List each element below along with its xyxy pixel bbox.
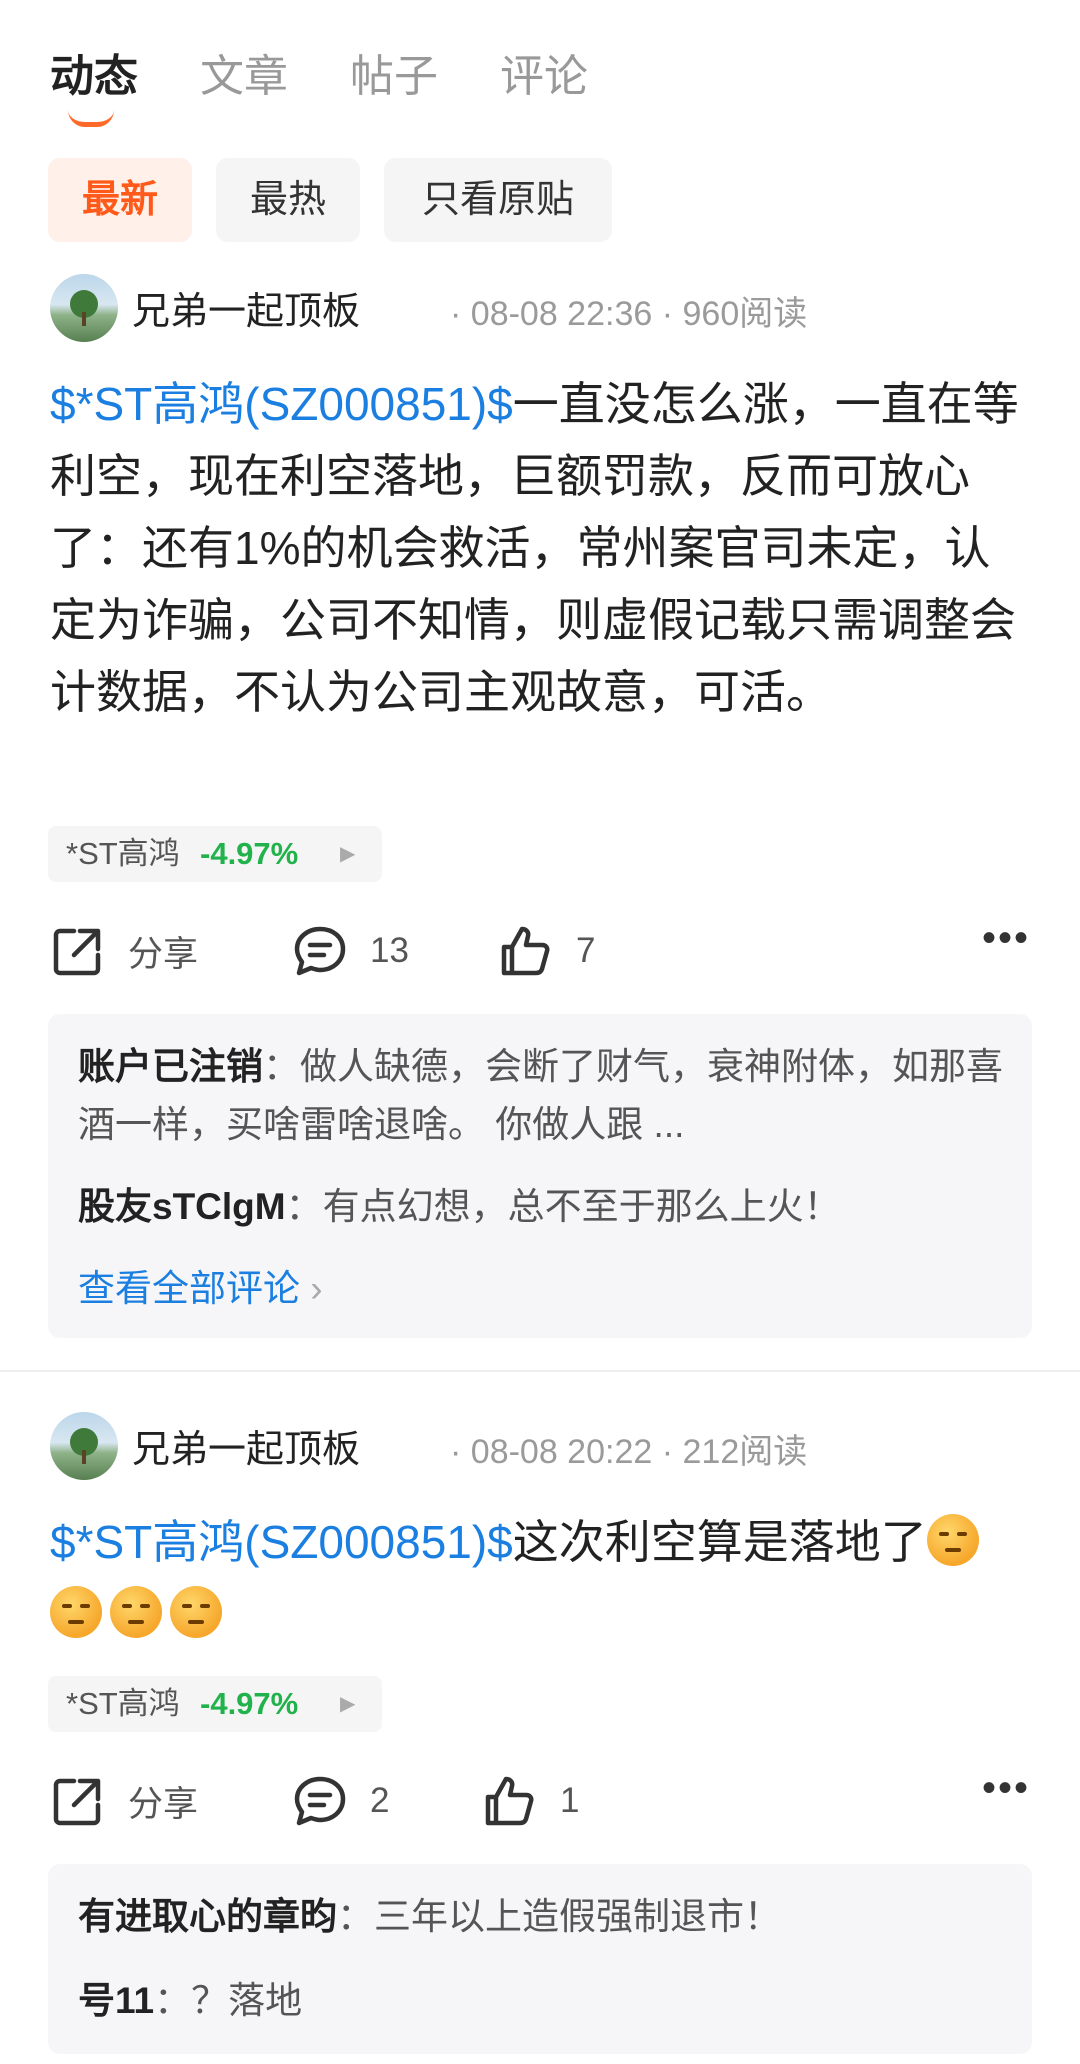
like-icon bbox=[501, 926, 550, 976]
emoji-icon bbox=[110, 1586, 162, 1638]
share-icon bbox=[53, 928, 101, 976]
post-reads: 212阅读 bbox=[682, 1433, 808, 1471]
comment-icon bbox=[294, 926, 346, 976]
stock-chip[interactable]: *ST高鸿 -4.97% ▶ bbox=[48, 1676, 382, 1732]
like-count: 1 bbox=[560, 1781, 580, 1820]
avatar[interactable] bbox=[50, 1412, 118, 1480]
tab-dynamic[interactable]: 动态 bbox=[50, 40, 138, 104]
more-icon[interactable]: ••• bbox=[982, 1766, 1030, 1811]
comment-user[interactable]: 号11 bbox=[78, 1980, 154, 2021]
post-reads: 960阅读 bbox=[682, 295, 808, 333]
stock-change: -4.97% bbox=[200, 1686, 299, 1721]
view-all-comments-link[interactable]: 查看全部评论 › bbox=[78, 1258, 323, 1312]
comment-item[interactable]: 号11：？落地 bbox=[78, 1972, 1008, 2030]
post-content[interactable]: $*ST高鸿(SZ000851)$一直没怎么涨，一直在等利空，现在利空落地，巨额… bbox=[50, 368, 1030, 728]
more-icon[interactable]: ••• bbox=[982, 916, 1030, 961]
comment-item[interactable]: 有进取心的章昀：三年以上造假强制退市！ bbox=[78, 1888, 1008, 1946]
post-time: 08-08 20:22 bbox=[470, 1433, 653, 1471]
share-label: 分享 bbox=[128, 1784, 199, 1824]
like-count: 7 bbox=[576, 931, 596, 970]
active-tab-indicator bbox=[68, 110, 114, 127]
comment-item[interactable]: 股友sTClgM：有点幻想，总不至于那么上火！ bbox=[78, 1178, 1008, 1236]
emoji-icon bbox=[926, 1514, 979, 1566]
comment-preview[interactable]: 账户已注销：做人缺德，会断了财气，衰神附体，如那喜酒一样，买啥雷啥退啥。 你做人… bbox=[48, 1014, 1032, 1338]
tab-articles[interactable]: 文章 bbox=[200, 40, 288, 104]
emoji-icon bbox=[50, 1586, 102, 1638]
comment-preview[interactable]: 有进取心的章昀：三年以上造假强制退市！ 号11：？落地 bbox=[48, 1864, 1032, 2054]
chevron-right-icon: ▶ bbox=[340, 843, 356, 865]
post-content[interactable]: $*ST高鸿(SZ000851)$这次利空算是落地了 bbox=[50, 1506, 1030, 1650]
post-divider bbox=[0, 1370, 1080, 1372]
comment-user[interactable]: 账户已注销 bbox=[78, 1046, 263, 1087]
avatar[interactable] bbox=[50, 274, 118, 342]
stock-tag-link[interactable]: $*ST高鸿(SZ000851)$ bbox=[50, 378, 513, 430]
filter-original-only[interactable]: 只看原贴 bbox=[384, 158, 612, 242]
author-name[interactable]: 兄弟一起顶板 bbox=[132, 1418, 360, 1473]
share-button[interactable]: 分享 bbox=[50, 916, 198, 986]
comment-count: 13 bbox=[370, 931, 409, 970]
comment-icon bbox=[294, 1776, 346, 1826]
stock-chip[interactable]: *ST高鸿 -4.97% ▶ bbox=[48, 826, 382, 882]
share-button[interactable]: 分享 bbox=[50, 1766, 198, 1836]
stock-name: *ST高鸿 bbox=[66, 836, 180, 871]
emoji-icon bbox=[170, 1586, 222, 1638]
comment-user[interactable]: 有进取心的章昀 bbox=[78, 1896, 337, 1937]
comment-item[interactable]: 账户已注销：做人缺德，会断了财气，衰神附体，如那喜酒一样，买啥雷啥退啥。 你做人… bbox=[78, 1038, 1008, 1154]
like-button[interactable]: 7 bbox=[498, 916, 595, 986]
comment-count: 2 bbox=[370, 1781, 390, 1820]
like-button[interactable]: 1 bbox=[482, 1766, 579, 1836]
comment-text: 有点幻想，总不至于那么上火！ bbox=[322, 1186, 841, 1227]
author-name[interactable]: 兄弟一起顶板 bbox=[132, 280, 360, 335]
filter-hot[interactable]: 最热 bbox=[216, 158, 360, 242]
post-time: 08-08 22:36 bbox=[470, 295, 653, 333]
comment-user[interactable]: 股友sTClgM bbox=[78, 1186, 286, 1227]
post-meta: · 08-08 20:22 · 212阅读 bbox=[450, 1433, 808, 1471]
comment-text: ？落地 bbox=[191, 1980, 303, 2021]
comment-button[interactable]: 13 bbox=[292, 916, 409, 986]
chevron-right-icon: › bbox=[310, 1268, 323, 1309]
share-label: 分享 bbox=[128, 934, 199, 974]
filter-latest[interactable]: 最新 bbox=[48, 158, 192, 242]
post-meta: · 08-08 22:36 · 960阅读 bbox=[450, 295, 808, 333]
action-bar: 分享 2 1 ••• bbox=[50, 1766, 1030, 1836]
comment-text: 三年以上造假强制退市！ bbox=[374, 1896, 781, 1937]
tab-posts[interactable]: 帖子 bbox=[350, 40, 438, 104]
tab-comments[interactable]: 评论 bbox=[500, 40, 588, 104]
post-text: 这次利空算是落地了 bbox=[512, 1516, 927, 1568]
view-all-label: 查看全部评论 bbox=[78, 1268, 300, 1309]
share-icon bbox=[53, 1778, 101, 1826]
stock-tag-link[interactable]: $*ST高鸿(SZ000851)$ bbox=[50, 1516, 513, 1568]
stock-change: -4.97% bbox=[200, 836, 299, 871]
stock-name: *ST高鸿 bbox=[66, 1686, 180, 1721]
action-bar: 分享 13 7 ••• bbox=[50, 916, 1030, 986]
chevron-right-icon: ▶ bbox=[340, 1693, 356, 1715]
like-icon bbox=[485, 1776, 534, 1826]
comment-button[interactable]: 2 bbox=[292, 1766, 389, 1836]
